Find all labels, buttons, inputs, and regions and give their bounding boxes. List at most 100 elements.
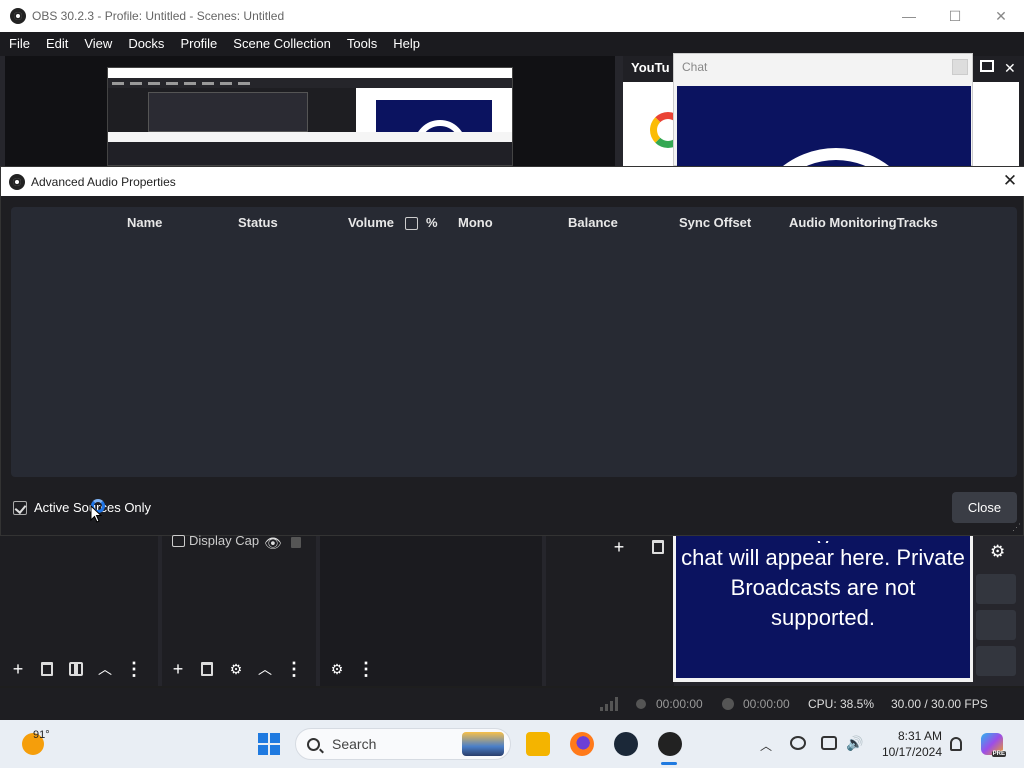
advanced-audio-button[interactable]: ⚙: [324, 656, 350, 682]
chat-popup-title: Chat: [682, 60, 708, 74]
obs-taskbar-icon[interactable]: [658, 732, 682, 756]
menu-profile[interactable]: Profile: [172, 32, 225, 56]
control-button[interactable]: [976, 646, 1016, 676]
taskbar-clock[interactable]: 8:31 AM 10/17/2024: [876, 728, 942, 760]
preview-display-capture: [107, 67, 513, 166]
source-list-item[interactable]: Display Cap: [172, 533, 259, 548]
menu-tools[interactable]: Tools: [339, 32, 385, 56]
resize-grip-icon[interactable]: ⋰: [1012, 522, 1021, 533]
column-mono: Mono: [458, 215, 493, 230]
source-properties-button[interactable]: ⚙: [223, 656, 249, 682]
dialog-title: Advanced Audio Properties: [31, 174, 176, 189]
scene-more-button[interactable]: ⋮: [121, 656, 147, 682]
gear-icon[interactable]: ⚙: [990, 542, 1005, 562]
obs-titlebar: OBS 30.2.3 - Profile: Untitled - Scenes:…: [0, 0, 1024, 32]
menu-docks[interactable]: Docks: [120, 32, 172, 56]
steam-icon[interactable]: [614, 732, 638, 756]
windows-taskbar: [0, 720, 1024, 768]
move-scene-up-button[interactable]: ︿: [92, 656, 118, 682]
cpu-usage: CPU: 38.5%: [808, 697, 875, 711]
remove-source-button[interactable]: [194, 656, 220, 682]
chat-message: chat will appear here. Private Broadcast…: [681, 545, 965, 630]
menu-help[interactable]: Help: [385, 32, 428, 56]
record-time: 00:00:00: [743, 697, 790, 711]
transition-buttons: +: [606, 534, 674, 560]
taskbar-search[interactable]: Search: [295, 728, 511, 760]
move-source-up-button[interactable]: ︿: [252, 656, 278, 682]
search-highlight-image: [462, 732, 504, 756]
close-dock-icon[interactable]: ✕: [1004, 60, 1016, 77]
window-controls: — ☐ ✕: [886, 0, 1024, 32]
chat-message-area: y chat will appear here. Private Broadca…: [676, 536, 970, 678]
record-status-icon: [722, 698, 734, 710]
maximize-button[interactable]: ☐: [932, 0, 978, 32]
tray-chevron-icon[interactable]: ︿: [760, 737, 772, 754]
minimize-button[interactable]: —: [886, 0, 932, 32]
copilot-icon[interactable]: [981, 733, 1006, 757]
remove-transition-button[interactable]: [645, 534, 671, 560]
sources-toolbar: + ⚙ ︿ ⋮: [165, 656, 310, 682]
chat-partial-line: y: [676, 536, 970, 543]
chat-popup: Chat: [673, 53, 973, 322]
add-scene-button[interactable]: +: [5, 656, 31, 682]
fps-readout: 30.00 / 30.00 FPS: [891, 697, 988, 711]
remove-scene-button[interactable]: [34, 656, 60, 682]
volume-percent-label: %: [426, 215, 438, 230]
dock-web-view-right: [973, 82, 1019, 166]
onedrive-icon[interactable]: [790, 736, 806, 750]
youtube-dock-title: YouTu: [631, 60, 670, 75]
active-sources-only-row[interactable]: Active Sources Only: [13, 500, 151, 515]
start-button[interactable]: [258, 733, 280, 755]
menu-view[interactable]: View: [76, 32, 120, 56]
add-transition-button[interactable]: +: [606, 534, 632, 560]
column-volume: Volume: [348, 215, 394, 230]
active-sources-only-checkbox[interactable]: [13, 500, 27, 515]
display-source-icon: [172, 534, 185, 547]
dialog-titlebar: Advanced Audio Properties ✕: [1, 167, 1024, 196]
control-button[interactable]: [976, 574, 1016, 604]
column-audio-monitoring-tracks: Audio MonitoringTracks: [789, 215, 938, 230]
chat-popup-content: [677, 86, 971, 322]
clock-date: 10/17/2024: [881, 745, 942, 759]
notification-bell-icon[interactable]: [950, 737, 962, 751]
firefox-icon[interactable]: [570, 732, 594, 756]
obs-logo-icon: [10, 8, 26, 24]
menu-edit[interactable]: Edit: [38, 32, 76, 56]
chat-dock: y chat will appear here. Private Broadca…: [673, 536, 973, 682]
add-source-button[interactable]: +: [165, 656, 191, 682]
trash-icon: [652, 540, 664, 554]
clock-time: 8:31 AM: [897, 729, 942, 743]
stream-status-icon: [636, 699, 646, 709]
close-window-button[interactable]: ✕: [978, 0, 1024, 32]
source-more-button[interactable]: ⋮: [281, 656, 307, 682]
search-placeholder: Search: [332, 736, 377, 752]
eye-icon[interactable]: 👁: [264, 535, 282, 552]
scene-filters-button[interactable]: [63, 656, 89, 682]
float-dock-icon[interactable]: [980, 60, 994, 72]
mixer-more-button[interactable]: ⋮: [353, 656, 379, 682]
file-explorer-icon[interactable]: [526, 732, 550, 756]
dialog-close-icon[interactable]: ✕: [1001, 172, 1019, 190]
active-app-indicator: [661, 762, 677, 765]
column-balance: Balance: [568, 215, 618, 230]
source-name: Display Cap: [189, 533, 260, 548]
menu-file[interactable]: File: [0, 32, 38, 56]
network-icon[interactable]: [821, 736, 837, 750]
dialog-close-button[interactable]: Close: [952, 492, 1017, 523]
volume-percent-checkbox[interactable]: [405, 217, 418, 230]
chat-popup-button[interactable]: [952, 59, 968, 75]
dock-controls: ✕: [980, 60, 1016, 77]
advanced-audio-dialog: Advanced Audio Properties ✕ Name Status …: [0, 166, 1024, 536]
window-title: OBS 30.2.3 - Profile: Untitled - Scenes:…: [32, 9, 285, 23]
search-icon: [307, 737, 320, 751]
volume-icon[interactable]: 🔊: [846, 736, 863, 750]
stream-time: 00:00:00: [656, 697, 703, 711]
audio-sources-table: [11, 207, 1017, 477]
menu-scene-collection[interactable]: Scene Collection: [225, 32, 339, 56]
table-header: Name Status Volume % Mono Balance Sync O…: [1, 215, 1024, 233]
control-button[interactable]: [976, 610, 1016, 640]
network-signal-icon: [600, 697, 618, 711]
lock-icon[interactable]: [291, 537, 301, 548]
obs-logo-icon: [9, 173, 25, 190]
column-status: Status: [238, 215, 278, 230]
